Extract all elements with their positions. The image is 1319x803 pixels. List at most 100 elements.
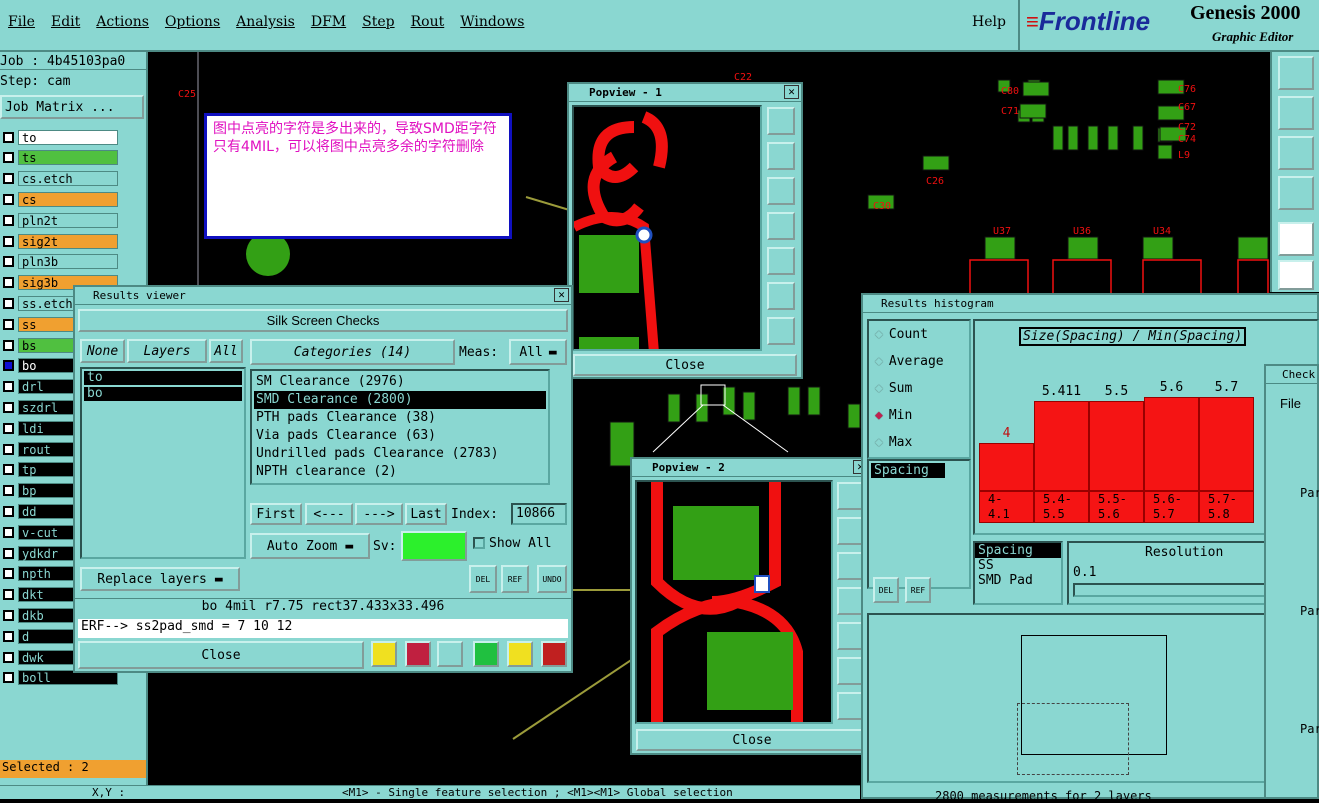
pv1-zoom-icon[interactable] [767,107,795,135]
chart-icon[interactable] [371,641,397,667]
pv1-fit-icon[interactable] [767,282,795,310]
layer-checkbox[interactable] [3,589,14,601]
categories-list[interactable]: SM Clearance (2976) SMD Clearance (2800) P… [250,369,550,485]
zoom-fit-icon[interactable] [1278,136,1314,170]
layer-checkbox[interactable] [3,339,14,351]
tools-icon[interactable] [1278,176,1314,210]
layer-row-pln3b[interactable]: pln3b [0,253,118,271]
none-button[interactable]: None [80,339,125,363]
layer-checkbox[interactable] [3,672,14,684]
popview-2-canvas[interactable] [635,480,833,724]
layer-checkbox[interactable] [3,547,14,559]
prev-button[interactable]: <--- [305,503,353,525]
layer-checkbox[interactable] [3,505,14,517]
pv1-left-icon[interactable] [767,212,795,240]
histogram-icon[interactable] [541,641,567,667]
menu-help[interactable]: Help [972,14,1006,30]
histogram-bar[interactable] [979,443,1034,491]
layer-row-pln2t[interactable]: pln2t [0,211,118,229]
report-icon[interactable] [473,641,499,667]
export-icon[interactable] [405,641,431,667]
popview-1-close-button[interactable]: Close [573,354,797,376]
layer-row-sig2t[interactable]: sig2t [0,232,118,250]
category-item[interactable]: Via pads Clearance (63) [254,427,546,445]
layer-checkbox[interactable] [3,568,14,580]
menu-rout[interactable]: Rout [411,14,445,30]
layer-checkbox[interactable] [3,381,14,393]
hist-del-button[interactable]: DEL [873,577,899,603]
pan-left-icon[interactable] [1278,96,1314,130]
popview-2-close-button[interactable]: Close [636,729,868,751]
snap-icon[interactable] [1278,222,1314,256]
layer-checkbox[interactable] [3,256,14,268]
index-input[interactable]: 10866 [511,503,567,525]
check-header[interactable]: Silk Screen Checks [78,309,568,332]
stat-option-count[interactable]: ◆ Count [869,321,969,348]
pv1-pan-icon[interactable] [767,317,795,345]
histogram-bar[interactable] [1089,401,1144,491]
undo-button[interactable]: UNDO [537,565,567,593]
spacing-list[interactable]: Spacing [867,459,971,589]
check-param-2[interactable]: Param [1300,604,1319,618]
result-layer-bo[interactable]: bo [84,387,242,401]
zoom-home-icon[interactable] [1278,56,1314,90]
check-param-1[interactable]: Param [1300,486,1319,500]
radio-icon[interactable]: ◆ [875,435,883,450]
results-close-button[interactable]: Close [78,641,364,669]
show-all-checkbox[interactable] [473,537,485,549]
check-param-3[interactable]: Param [1300,722,1319,736]
histogram-bar[interactable] [1034,401,1089,491]
category-item[interactable]: SMD Clearance (2800) [254,391,546,409]
layer-checkbox[interactable] [3,464,14,476]
layer-row-cs.etch[interactable]: cs.etch [0,170,118,188]
stat-option-average[interactable]: ◆ Average [869,348,969,375]
hist-ref-button[interactable]: REF [905,577,931,603]
menu-dfm[interactable]: DFM [311,14,346,30]
check-file-menu[interactable]: File [1280,396,1301,411]
layer-checkbox[interactable] [3,630,14,642]
meas-select[interactable]: All ▬ [509,339,567,365]
menu-options[interactable]: Options [165,14,220,30]
popview-1-close-icon[interactable]: ✕ [784,85,799,99]
menu-file[interactable]: File [8,14,35,30]
layer-checkbox[interactable] [3,214,14,226]
layer-checkbox[interactable] [3,235,14,247]
category-item[interactable]: PTH pads Clearance (38) [254,409,546,427]
layer-checkbox[interactable] [3,131,14,143]
stat-option-sum[interactable]: ◆ Sum [869,375,969,402]
popview-1-canvas[interactable] [572,105,762,351]
radio-icon[interactable]: ◆ [875,354,883,369]
first-button[interactable]: First [250,503,302,525]
menu-step[interactable]: Step [362,14,394,30]
job-matrix-button[interactable]: Job Matrix ... [0,95,144,119]
del-button[interactable]: DEL [469,565,497,593]
layer-checkbox[interactable] [3,173,14,185]
layer-checkbox[interactable] [3,318,14,330]
pv1-up-icon[interactable] [767,142,795,170]
results-viewer-close-icon[interactable]: ✕ [554,288,569,302]
category-item[interactable]: SM Clearance (2976) [254,373,546,391]
histogram-bar[interactable] [1199,397,1254,491]
layer-checkbox[interactable] [3,485,14,497]
menu-actions[interactable]: Actions [96,14,149,30]
layer-checkbox[interactable] [3,443,14,455]
radio-icon[interactable]: ◆ [875,327,883,342]
sv-color-select[interactable] [401,531,467,561]
radio-icon[interactable]: ◆ [875,408,883,423]
all-layers-button[interactable]: All [209,339,243,363]
radio-icon[interactable]: ◆ [875,381,883,396]
notes-icon[interactable] [507,641,533,667]
layer-checkbox[interactable] [3,152,14,164]
ref-button[interactable]: REF [501,565,529,593]
layer-row-cs[interactable]: cs [0,190,118,208]
layer-checkbox[interactable] [3,526,14,538]
menu-analysis[interactable]: Analysis [236,14,295,30]
result-layer-to[interactable]: to [84,371,242,385]
last-button[interactable]: Last [405,503,447,525]
net-icon[interactable] [1278,260,1314,290]
category-item[interactable]: Undrilled pads Clearance (2783) [254,445,546,463]
stat-option-min[interactable]: ◆ Min [869,402,969,429]
layer-checkbox[interactable] [3,651,14,663]
menu-edit[interactable]: Edit [51,14,80,30]
histogram-bar[interactable] [1144,397,1199,491]
